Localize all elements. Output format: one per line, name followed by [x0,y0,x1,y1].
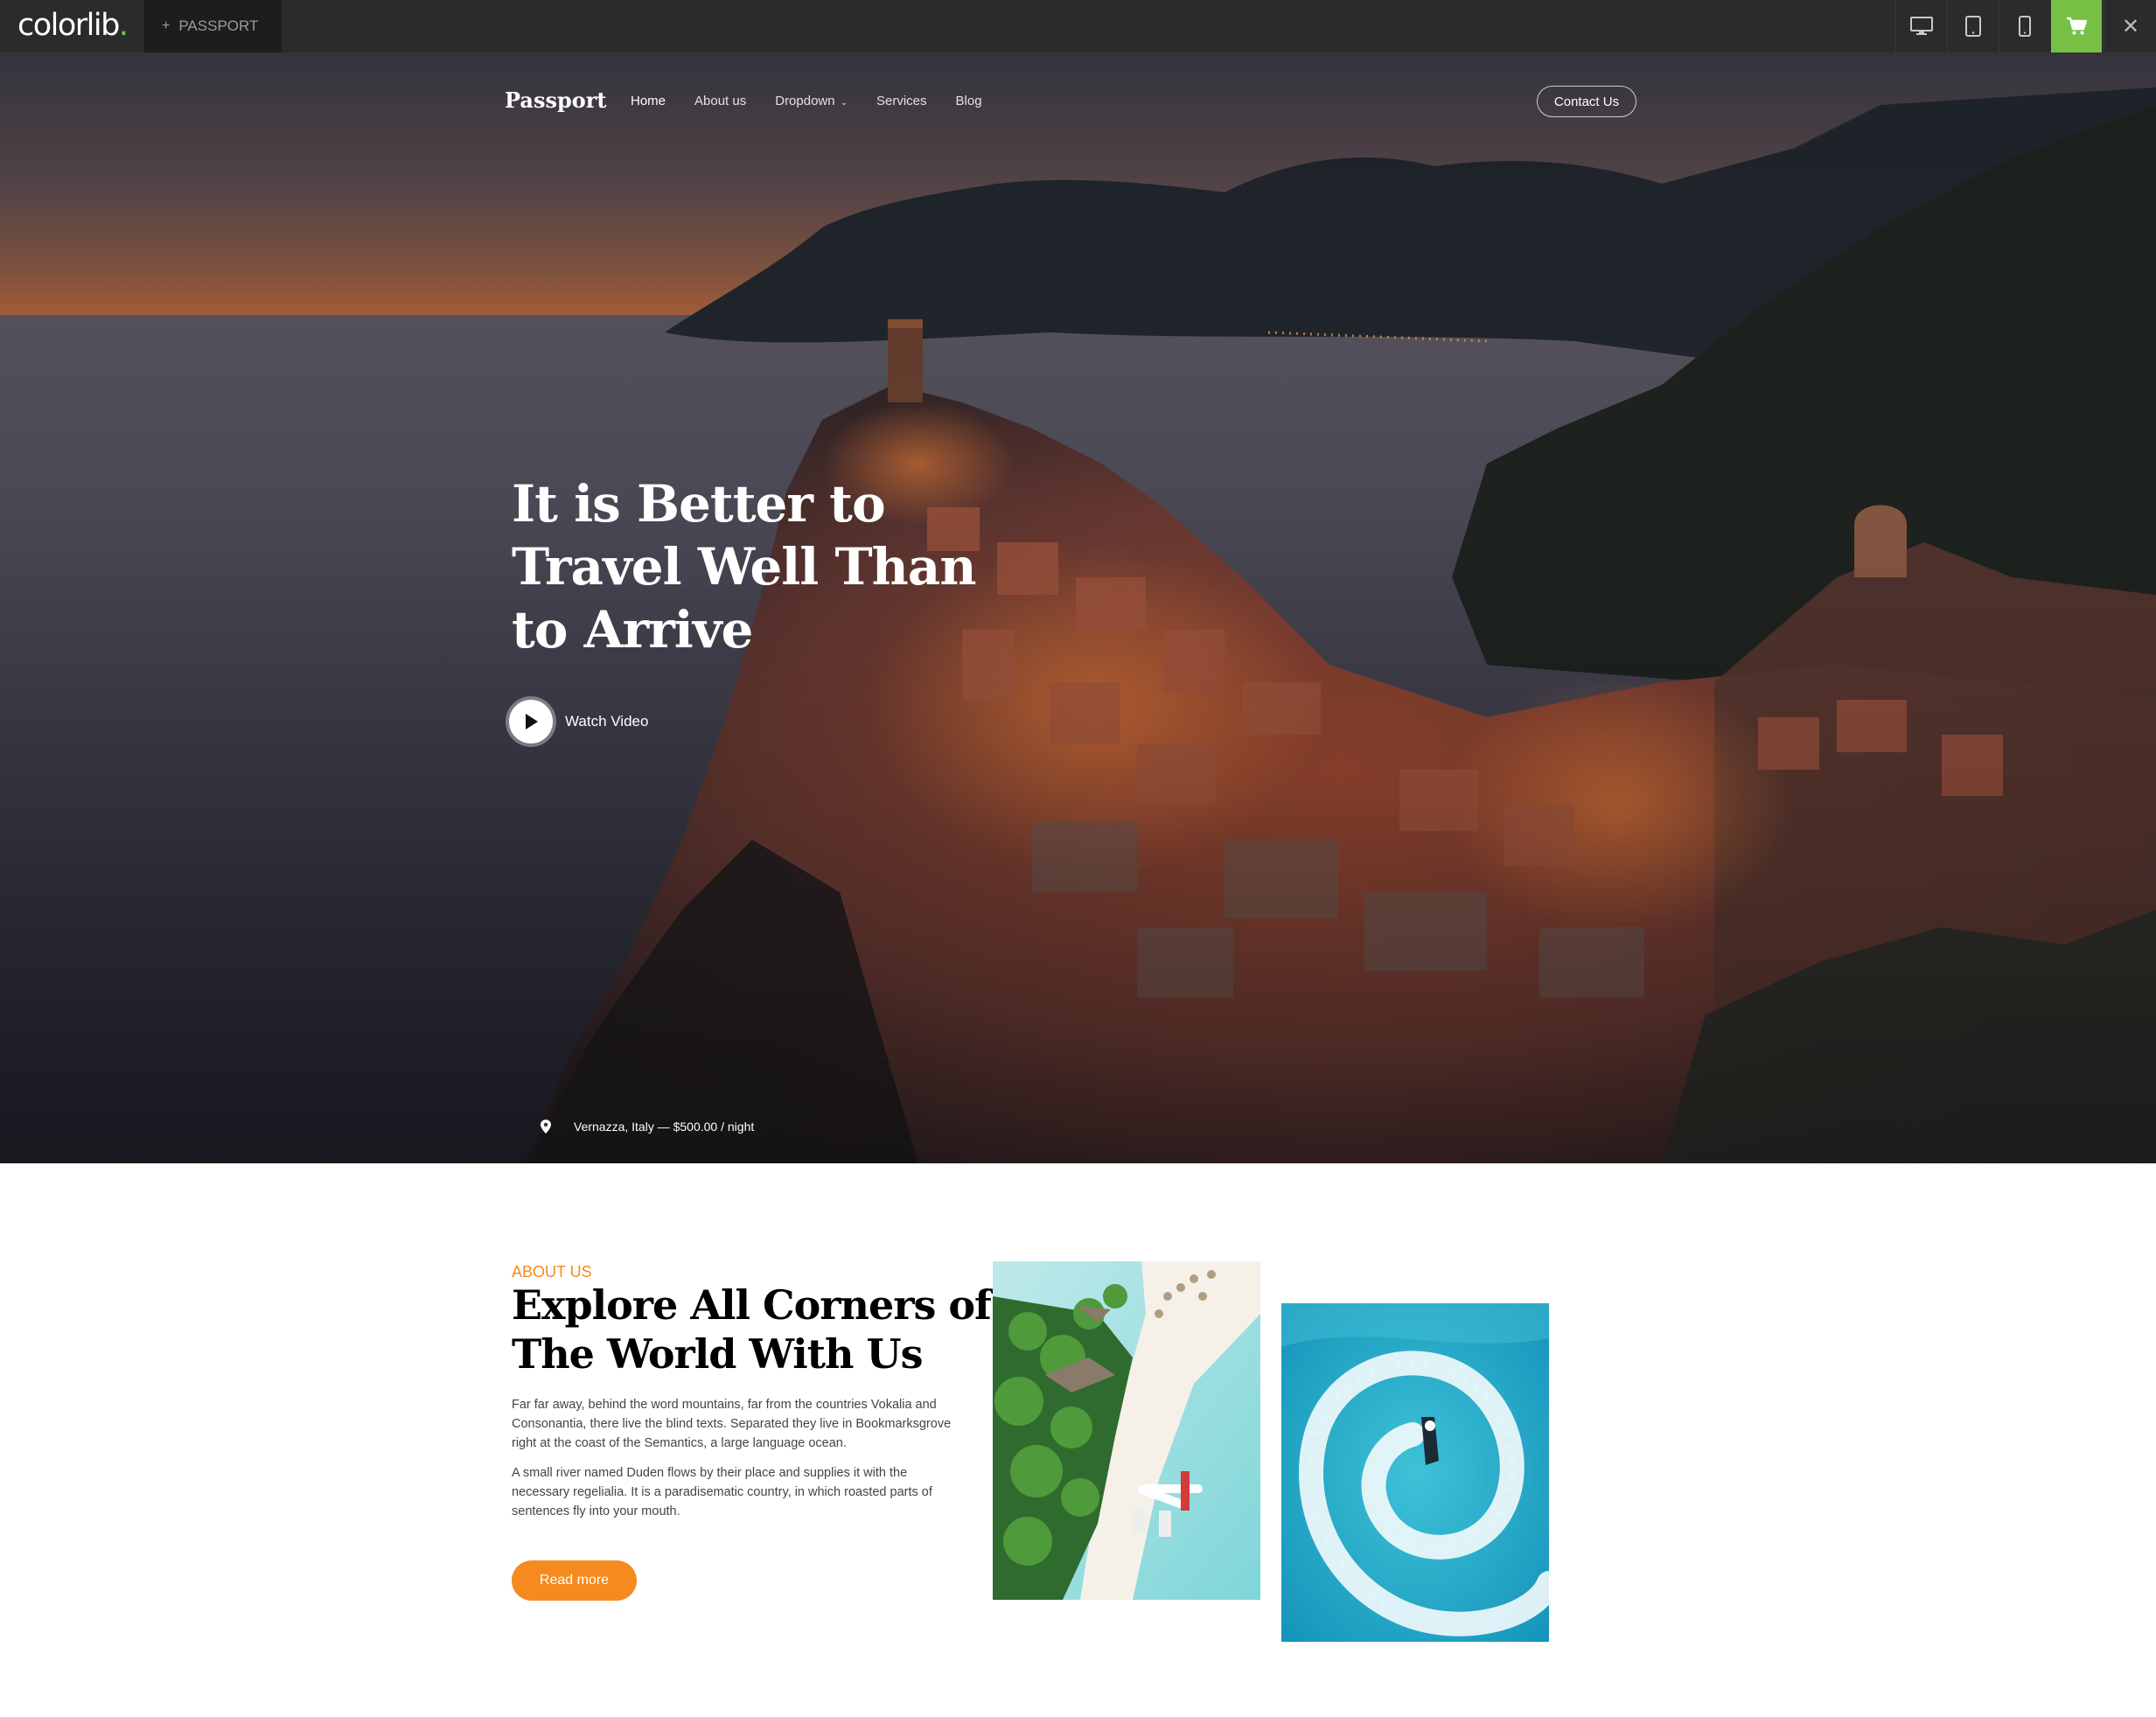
watch-video-link[interactable]: Watch Video [509,700,648,743]
project-tab-label: PASSPORT [178,17,259,34]
location-text: Vernazza, Italy — $500.00 / night [574,1120,755,1134]
site-brand[interactable]: Passport [505,87,607,113]
jetski-photo [1281,1303,1549,1642]
desktop-view-button[interactable] [1895,0,1947,52]
about-paragraph-2: A small river named Duden flows by their… [512,1466,932,1518]
hero-overlay [0,52,2156,1163]
nav-dropdown[interactable]: Dropdown ⌄ [775,94,848,108]
close-icon: ✕ [2121,14,2140,38]
colorlib-logo[interactable]: colorlib. [17,8,129,43]
play-button[interactable] [509,700,553,743]
tablet-view-button[interactable] [1947,0,1999,52]
about-title: Explore All Corners of The World With Us [512,1281,992,1378]
hero-title: It is Better to Travel Well Than to Arri… [512,474,977,660]
main-nav: Home About us Dropdown ⌄ Services Blog [631,94,1011,108]
close-preview-button[interactable]: ✕ [2104,0,2156,52]
about-eyebrow: ABOUT US [512,1263,592,1281]
location-pin-icon [541,1120,551,1134]
read-more-button[interactable]: Read more [512,1560,637,1601]
chevron-down-icon: ⌄ [840,98,848,108]
project-tab[interactable]: + PASSPORT [144,0,282,52]
watch-video-label: Watch Video [565,713,649,729]
play-icon [526,714,538,729]
preview-toolbar: colorlib. + PASSPORT ✕ [0,0,2156,52]
nav-about[interactable]: About us [694,94,746,108]
location-info: Vernazza, Italy — $500.00 / night [541,1120,754,1134]
desktop-icon [1910,17,1933,35]
nav-blog[interactable]: Blog [956,94,982,108]
plus-icon: + [162,18,171,33]
buy-button[interactable] [2051,0,2102,52]
nav-services[interactable]: Services [876,94,927,108]
mobile-icon [2019,16,2031,37]
cart-icon [2067,17,2087,35]
about-paragraph-1: Far far away, behind the word mountains,… [512,1398,952,1450]
hero-section: Passport Home About us Dropdown ⌄ Service… [0,52,2156,1163]
mobile-view-button[interactable] [1999,0,2050,52]
nav-home[interactable]: Home [631,94,666,108]
contact-us-button[interactable]: Contact Us [1537,86,1636,117]
tablet-icon [1965,16,1981,37]
beach-seaplane-photo [993,1261,1260,1600]
